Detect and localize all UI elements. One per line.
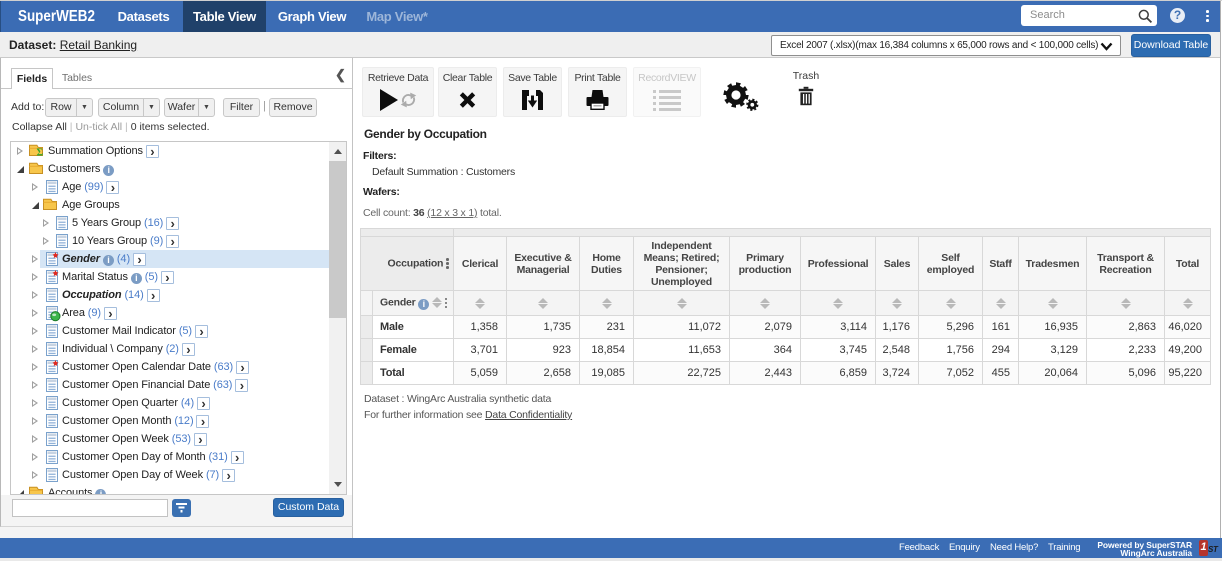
svg-text:Σ: Σ bbox=[37, 148, 44, 159]
